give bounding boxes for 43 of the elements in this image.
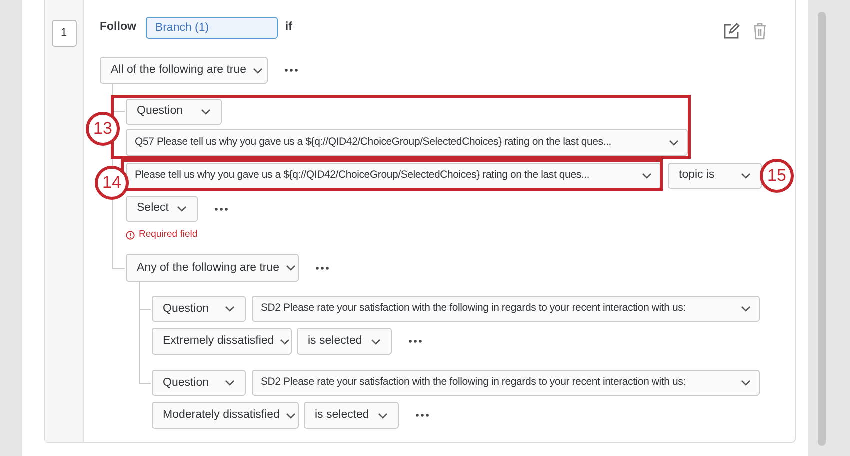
- question-dropdown[interactable]: Q57 Please tell us why you gave us a ${q://QID42/ChoiceGroup/SelectedChoices} rating on the last ques...: [126, 129, 688, 156]
- edit-icon[interactable]: [723, 22, 740, 40]
- conjunction-dropdown[interactable]: All of the following are true: [100, 57, 268, 84]
- branch-name-field[interactable]: Branch (1): [146, 17, 278, 39]
- value-dropdown[interactable]: Select: [126, 196, 198, 222]
- operator-dropdown[interactable]: is selected: [304, 402, 399, 430]
- chevron-down-icon: [371, 338, 381, 345]
- scrollbar[interactable]: [818, 12, 826, 446]
- chevron-down-icon: [669, 140, 679, 146]
- more-icon[interactable]: [416, 414, 429, 418]
- chevron-down-icon: [741, 306, 751, 312]
- conjunction-dropdown[interactable]: Any of the following are true: [126, 254, 299, 282]
- field-dropdown[interactable]: Please tell us why you gave us a ${q://QID42/ChoiceGroup/SelectedChoices} rating on the last ques...: [126, 163, 661, 189]
- chevron-down-icon: [741, 380, 751, 386]
- operator-dropdown[interactable]: topic is: [668, 163, 762, 189]
- choice-dropdown[interactable]: Moderately dissatisfied: [152, 402, 299, 430]
- type-dropdown[interactable]: Question: [152, 296, 246, 322]
- type-dropdown[interactable]: Question: [152, 370, 246, 396]
- operator-dropdown[interactable]: is selected: [297, 328, 392, 356]
- chevron-down-icon: [252, 68, 263, 74]
- chevron-down-icon: [286, 265, 296, 272]
- chevron-down-icon: [378, 412, 388, 419]
- question-dropdown[interactable]: SD2 Please rate your satisfaction with the following in regards to your recent interaction with us:: [252, 370, 760, 396]
- question-dropdown[interactable]: SD2 Please rate your satisfaction with the following in regards to your recent interaction with us:: [252, 296, 760, 322]
- if-label: if: [285, 20, 292, 36]
- error-message: Required field: [139, 228, 198, 242]
- type-dropdown[interactable]: Question: [126, 99, 222, 125]
- chevron-down-icon: [177, 206, 187, 212]
- follow-label: Follow: [100, 20, 136, 36]
- chevron-down-icon: [201, 109, 211, 115]
- more-icon[interactable]: [285, 69, 298, 72]
- more-icon[interactable]: [409, 340, 422, 344]
- chevron-down-icon: [642, 173, 652, 179]
- chevron-down-icon: [286, 412, 296, 419]
- chevron-down-icon: [741, 173, 751, 179]
- chevron-down-icon: [225, 380, 235, 386]
- warning-icon: [126, 230, 135, 240]
- more-icon[interactable]: [316, 266, 329, 270]
- chevron-down-icon: [225, 306, 235, 312]
- more-icon[interactable]: [215, 208, 228, 210]
- choice-dropdown[interactable]: Extremely dissatisfied: [152, 328, 292, 356]
- chevron-down-icon: [280, 338, 290, 345]
- branch-number: 1: [52, 20, 76, 47]
